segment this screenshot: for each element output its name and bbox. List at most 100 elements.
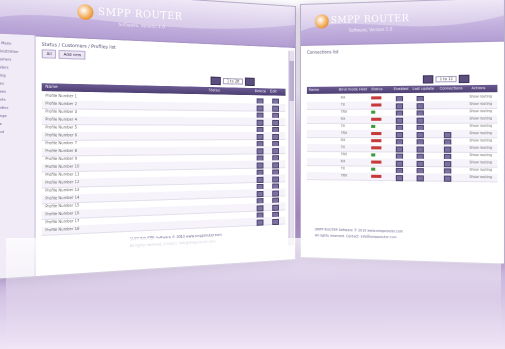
column-header-actions[interactable]: Actions: [472, 86, 486, 90]
bind-mode-value: TX: [340, 102, 345, 107]
sidebar-item[interactable]: Settings: [0, 113, 31, 118]
right-app-window: SMPP ROUTER Software, Version 1.0 Connec…: [300, 0, 505, 265]
edit-icon[interactable]: [272, 218, 279, 225]
breadcrumb: Status / Customers / Profiles list: [41, 41, 116, 50]
sidebar-nav: Main Menu Administration Customers Supplier…: [0, 33, 36, 280]
footer-line-2: All rights reserved. Contact: info@smppr…: [314, 233, 397, 240]
refresh-icon[interactable]: [416, 174, 424, 182]
bind-mode-value: RX: [340, 159, 346, 164]
column-header-name[interactable]: Name: [45, 84, 57, 89]
profile-name: Profile Number 9: [45, 156, 78, 162]
show-routing-link[interactable]: Show routing: [469, 146, 492, 150]
show-routing-link[interactable]: Show routing: [469, 102, 492, 106]
column-header-connections[interactable]: Connections: [440, 86, 463, 90]
profile-name: Profile Number 10: [45, 164, 80, 170]
tab-bar: All Add new: [41, 49, 86, 60]
show-routing-link[interactable]: Show routing: [469, 94, 492, 98]
status-indicator-icon: [371, 103, 382, 107]
app-header: SMPP ROUTER Software, Version 1.0: [300, 0, 504, 46]
status-indicator-icon: [371, 96, 382, 100]
show-routing-link[interactable]: Show routing: [469, 153, 492, 157]
page-indicator[interactable]: 1 to 12: [435, 75, 458, 83]
column-header-host[interactable]: Host: [359, 87, 367, 91]
column-header-status[interactable]: Status: [209, 88, 220, 92]
bind-mode-value: TX: [340, 166, 345, 171]
next-page-button[interactable]: [459, 74, 470, 84]
bind-mode-value: TX: [340, 145, 345, 150]
profile-name: Profile Number 8: [45, 148, 78, 154]
status-indicator-icon: [371, 124, 376, 128]
column-header-last-update[interactable]: Last update: [412, 87, 434, 91]
bind-mode-value: TRX: [340, 152, 348, 157]
status-indicator-icon: [371, 110, 376, 114]
connections-icon[interactable]: [443, 175, 452, 182]
enabled-checkbox[interactable]: [395, 174, 404, 181]
sidebar-item[interactable]: Administration: [0, 48, 31, 54]
profile-name: Profile Number 6: [45, 133, 78, 138]
pager: 1 to 20: [210, 76, 256, 87]
status-indicator-icon: [371, 174, 382, 178]
profile-name: Profile Number 17: [45, 218, 80, 225]
delete-icon[interactable]: [256, 218, 264, 226]
profile-name: Profile Number 4: [45, 117, 78, 122]
pager: 1 to 12: [422, 74, 470, 84]
sidebar-item[interactable]: Routes: [0, 81, 31, 86]
brand-name: SMPP ROUTER: [330, 13, 410, 27]
profile-name: Profile Number 3: [45, 109, 78, 115]
show-routing-link[interactable]: Show routing: [469, 160, 492, 164]
sidebar-item[interactable]: Main Menu: [0, 40, 31, 46]
profile-name: Profile Number 2: [45, 101, 78, 107]
page-indicator[interactable]: 1 to 20: [222, 77, 244, 85]
column-header-enabled[interactable]: Enabled: [394, 87, 409, 91]
show-routing-link[interactable]: Show routing: [469, 175, 492, 179]
show-routing-link[interactable]: Show routing: [469, 131, 492, 135]
bind-mode-value: TRX: [340, 131, 348, 136]
prev-page-button[interactable]: [210, 76, 221, 86]
profile-name: Profile Number 16: [45, 210, 80, 217]
column-header-name[interactable]: Name: [309, 88, 319, 92]
sidebar-item[interactable]: Users: [0, 121, 31, 126]
column-header-bind-mode[interactable]: Bind mode: [339, 87, 358, 91]
show-routing-link[interactable]: Show routing: [469, 124, 492, 128]
status-indicator-icon: [371, 146, 382, 150]
breadcrumb: Connections list: [306, 49, 339, 55]
show-routing-link[interactable]: Show routing: [469, 109, 492, 113]
status-indicator-icon: [371, 153, 376, 157]
bind-mode-value: TRX: [340, 173, 348, 178]
prev-page-button[interactable]: [422, 75, 434, 84]
tab-1[interactable]: Add new: [58, 49, 86, 60]
sidebar-item[interactable]: Logout: [0, 130, 31, 135]
left-app-window: SMPP ROUTER Software, Version 1.0 Main M…: [0, 0, 296, 281]
tab-0[interactable]: All: [41, 49, 57, 59]
sidebar-item[interactable]: Routing: [0, 73, 31, 79]
column-header-status[interactable]: Status: [371, 87, 382, 91]
bind-mode-value: RX: [340, 138, 346, 143]
profile-name: Profile Number 13: [45, 187, 80, 193]
table-row[interactable]: TRX Show routing: [306, 172, 498, 183]
show-routing-link[interactable]: Show routing: [469, 167, 492, 171]
status-indicator-icon: [371, 139, 382, 143]
sidebar-item[interactable]: Reports: [0, 97, 31, 102]
brand-sublabel: Software, Version 1.0: [348, 26, 393, 33]
footer-line-1: SMPP ROUTER Software © 2010 www.smpprout…: [314, 227, 403, 234]
sidebar-item[interactable]: Statistics: [0, 105, 31, 110]
column-header-delete[interactable]: Delete: [255, 89, 266, 93]
column-header-edit[interactable]: Edit: [270, 89, 277, 93]
status-indicator-icon: [371, 132, 382, 136]
profile-name: Profile Number 12: [45, 179, 80, 185]
next-page-button[interactable]: [245, 77, 256, 87]
profile-name: Profile Number 11: [45, 171, 80, 178]
bind-mode-value: TX: [340, 123, 345, 128]
show-routing-link[interactable]: Show routing: [469, 138, 492, 142]
sidebar-item[interactable]: Customers: [0, 57, 31, 63]
sidebar-item[interactable]: Prefixes: [0, 89, 31, 94]
logo-icon: [77, 3, 94, 21]
status-indicator-icon: [371, 167, 376, 171]
vertical-scrollbar[interactable]: [288, 50, 295, 246]
sidebar-item[interactable]: Suppliers: [0, 65, 31, 71]
profile-name: Profile Number 14: [45, 195, 80, 201]
show-routing-link[interactable]: Show routing: [469, 116, 492, 120]
bind-mode-value: RX: [340, 95, 346, 100]
profile-name: Profile Number 1: [45, 93, 78, 99]
scrollbar-thumb[interactable]: [289, 60, 295, 101]
